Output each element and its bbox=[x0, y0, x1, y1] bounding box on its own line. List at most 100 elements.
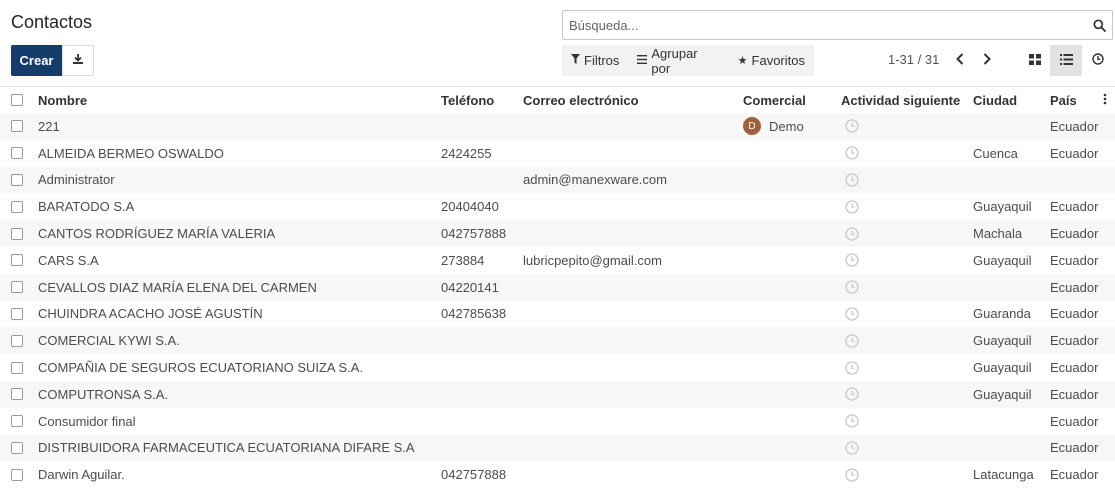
table-row[interactable]: Administrator admin@manexware.com bbox=[0, 166, 1115, 194]
activity-button[interactable] bbox=[845, 408, 859, 435]
activity-button[interactable] bbox=[845, 247, 859, 274]
activity-button[interactable] bbox=[845, 435, 859, 462]
row-checkbox[interactable] bbox=[11, 254, 23, 267]
row-checkbox[interactable] bbox=[11, 173, 23, 186]
table-row[interactable]: COMPUTRONSA S.A. Guayaquil Ecuador bbox=[0, 380, 1115, 408]
cell-phone: 20404040 bbox=[441, 199, 499, 215]
group-by-button[interactable]: Agrupar por bbox=[628, 45, 728, 76]
clock-icon bbox=[845, 441, 859, 455]
activity-button[interactable] bbox=[845, 461, 859, 488]
clock-icon bbox=[845, 387, 859, 402]
activity-button[interactable] bbox=[845, 140, 859, 167]
cell-name: CHUINDRA ACACHO JOSÉ AGUSTÍN bbox=[38, 306, 263, 322]
column-header-email[interactable]: Correo electrónico bbox=[523, 87, 639, 113]
favorites-label: Favoritos bbox=[751, 53, 805, 68]
column-header-city[interactable]: Ciudad bbox=[973, 87, 1017, 113]
search-input[interactable] bbox=[563, 11, 1086, 39]
column-header-name[interactable]: Nombre bbox=[38, 87, 87, 113]
cell-phone: 042757888 bbox=[441, 226, 507, 242]
cell-country: Ecuador bbox=[1050, 333, 1099, 349]
activity-button[interactable] bbox=[845, 327, 859, 354]
cell-country: Ecuador bbox=[1050, 413, 1099, 429]
pager-next-button[interactable] bbox=[976, 47, 998, 73]
column-header-phone[interactable]: Teléfono bbox=[441, 87, 494, 113]
page-title: Contactos bbox=[11, 12, 93, 32]
row-checkbox[interactable] bbox=[11, 227, 23, 240]
table-header: Nombre Teléfono Correo electrónico Comer… bbox=[0, 87, 1115, 113]
cell-name: COMPAÑIA DE SEGUROS ECUATORIANO SUIZA S.… bbox=[38, 360, 364, 376]
filters-button[interactable]: Filtros bbox=[562, 45, 628, 76]
row-checkbox[interactable] bbox=[11, 281, 23, 294]
activity-button[interactable] bbox=[845, 167, 859, 194]
group-by-icon bbox=[637, 54, 648, 67]
clock-icon bbox=[845, 280, 859, 294]
table-row[interactable]: COMPAÑIA DE SEGUROS ECUATORIANO SUIZA S.… bbox=[0, 354, 1115, 381]
row-checkbox[interactable] bbox=[11, 147, 23, 160]
table-row[interactable]: DISTRIBUIDORA FARMACEUTICA ECUATORIANA D… bbox=[0, 434, 1115, 462]
row-checkbox[interactable] bbox=[11, 307, 23, 320]
cell-phone: 042785638 bbox=[441, 306, 507, 322]
search-icon[interactable] bbox=[1086, 11, 1112, 39]
activity-button[interactable] bbox=[845, 113, 859, 140]
table-row[interactable]: 221 D Demo Ecuador bbox=[0, 113, 1115, 140]
cell-country: Ecuador bbox=[1050, 467, 1099, 483]
activity-button[interactable] bbox=[845, 193, 859, 220]
clock-icon bbox=[845, 119, 859, 134]
activity-button[interactable] bbox=[845, 220, 859, 247]
filter-icon bbox=[571, 54, 580, 67]
cell-email: admin@manexware.com bbox=[523, 172, 667, 188]
cell-city: Guayaquil bbox=[973, 333, 1032, 349]
clock-icon bbox=[845, 414, 859, 428]
list-view-icon bbox=[1059, 53, 1073, 68]
table-row[interactable]: Consumidor final Ecuador bbox=[0, 408, 1115, 435]
download-button[interactable] bbox=[62, 45, 94, 76]
cell-country: Ecuador bbox=[1050, 360, 1099, 376]
table-row[interactable]: CARS S.A 273884 lubricpepito@gmail.com Guay… bbox=[0, 247, 1115, 274]
select-all-checkbox[interactable] bbox=[11, 94, 23, 106]
download-icon bbox=[72, 53, 84, 68]
row-checkbox[interactable] bbox=[11, 388, 23, 401]
table-row[interactable]: COMERCIAL KYWI S.A. Guayaquil Ecuador bbox=[0, 327, 1115, 355]
row-checkbox[interactable] bbox=[11, 361, 23, 374]
avatar: D bbox=[743, 117, 761, 136]
cell-city: Guayaquil bbox=[973, 199, 1032, 215]
group-by-label: Agrupar por bbox=[651, 45, 698, 76]
table-row[interactable]: CHUINDRA ACACHO JOSÉ AGUSTÍN 042785638 Gua… bbox=[0, 301, 1115, 328]
row-checkbox[interactable] bbox=[11, 441, 23, 454]
table-row[interactable]: Darwin Aguilar. 042757888 Latacunga Ecuador bbox=[0, 461, 1115, 488]
table-row[interactable]: ALMEIDA BERMEO OSWALDO 2424255 Cuenca Ecuad… bbox=[0, 140, 1115, 167]
search-bar[interactable] bbox=[562, 10, 1113, 40]
clock-icon bbox=[1092, 53, 1104, 68]
cell-name: 221 bbox=[38, 118, 60, 134]
column-header-salesperson[interactable]: Comercial bbox=[743, 87, 806, 113]
cell-name: CEVALLOS DIAZ MARÍA ELENA DEL CARMEN bbox=[38, 279, 317, 295]
kanban-view-button[interactable] bbox=[1019, 45, 1051, 76]
favorites-button[interactable]: ★ Favoritos bbox=[729, 45, 814, 76]
create-button[interactable]: Crear bbox=[11, 45, 62, 76]
row-checkbox[interactable] bbox=[11, 120, 23, 133]
cell-name: BARATODO S.A bbox=[38, 199, 135, 215]
row-checkbox[interactable] bbox=[11, 415, 23, 428]
table-row[interactable]: CANTOS RODRÍGUEZ MARÍA VALERIA 042757888 M… bbox=[0, 220, 1115, 247]
activity-button[interactable] bbox=[845, 274, 859, 301]
row-checkbox[interactable] bbox=[11, 200, 23, 213]
activity-button[interactable] bbox=[845, 301, 859, 328]
cell-name: COMPUTRONSA S.A. bbox=[38, 386, 169, 402]
table-row[interactable]: BARATODO S.A 20404040 Guayaquil Ecuador bbox=[0, 193, 1115, 220]
activity-button[interactable] bbox=[845, 381, 859, 408]
pager-previous-button[interactable] bbox=[949, 47, 971, 73]
activity-view-button[interactable] bbox=[1082, 45, 1114, 76]
column-header-country[interactable]: País bbox=[1050, 87, 1077, 113]
cell-name: COMERCIAL KYWI S.A. bbox=[38, 333, 180, 349]
cell-name: ALMEIDA BERMEO OSWALDO bbox=[38, 145, 224, 161]
optional-columns-toggle[interactable] bbox=[1100, 87, 1110, 113]
row-checkbox[interactable] bbox=[11, 468, 23, 481]
cell-country: Ecuador bbox=[1050, 252, 1099, 268]
activity-button[interactable] bbox=[845, 354, 859, 381]
column-header-activity[interactable]: Actividad siguiente bbox=[841, 87, 960, 113]
pager-value[interactable]: 1-31 / 31 bbox=[888, 52, 939, 67]
list-view-button[interactable] bbox=[1050, 45, 1082, 76]
cell-city: Guaranda bbox=[973, 306, 1031, 322]
table-row[interactable]: CEVALLOS DIAZ MARÍA ELENA DEL CARMEN 0422… bbox=[0, 273, 1115, 301]
row-checkbox[interactable] bbox=[11, 334, 23, 347]
